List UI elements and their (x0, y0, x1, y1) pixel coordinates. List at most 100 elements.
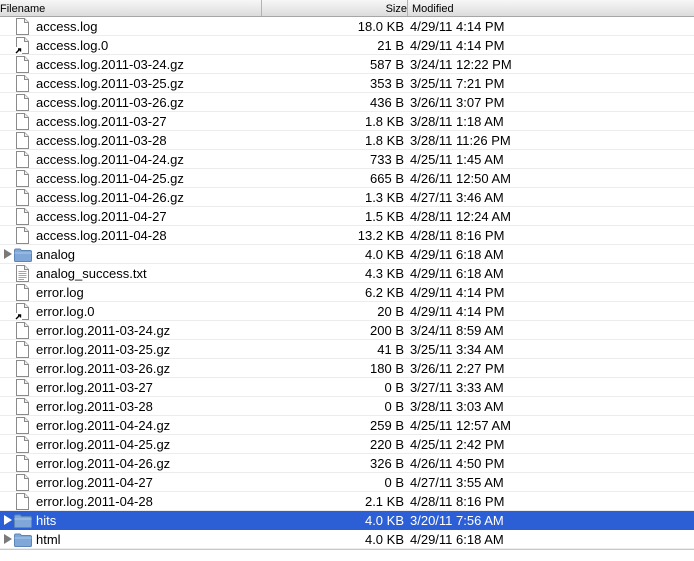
file-name: error.log.2011-04-24.gz (36, 418, 171, 433)
file-modified-date: 4/28/11 12:24 AM (410, 209, 511, 224)
file-row[interactable]: error.log.2011-04-24.gz 259 B 4/25/11 12:5… (0, 416, 694, 435)
alias-icon (15, 37, 30, 54)
file-size: 220 B (370, 437, 404, 452)
document-icon (15, 94, 30, 111)
file-modified-date: 4/25/11 1:45 AM (410, 152, 504, 167)
file-name: analog (36, 247, 76, 262)
file-name: access.log.0 (36, 38, 109, 53)
document-icon (15, 75, 30, 92)
document-icon (15, 284, 30, 301)
file-row[interactable]: error.log.2011-03-27 0 B 3/27/11 3:33 AM (0, 378, 694, 397)
file-modified-date: 3/28/11 1:18 AM (410, 114, 504, 129)
file-size: 1.3 KB (364, 190, 404, 205)
file-modified-date: 4/29/11 4:14 PM (410, 38, 505, 53)
file-size: 41 B (377, 342, 404, 357)
file-name: error.log.2011-03-26.gz (36, 361, 171, 376)
file-row[interactable]: access.log.2011-03-27 1.8 KB 3/28/11 1:18 … (0, 112, 694, 131)
file-modified-date: 4/25/11 12:57 AM (410, 418, 511, 433)
file-row[interactable]: access.log.2011-03-28 1.8 KB 3/28/11 11:26… (0, 131, 694, 150)
file-row[interactable]: error.log.2011-04-26.gz 326 B 4/26/11 4:50… (0, 454, 694, 473)
document-icon (15, 189, 30, 206)
file-row[interactable]: error.log.2011-04-25.gz 220 B 4/25/11 2:42… (0, 435, 694, 454)
file-size: 4.0 KB (364, 513, 404, 528)
modified-column-header[interactable]: Modified (408, 0, 694, 16)
file-row[interactable]: error.log.2011-03-28 0 B 3/28/11 3:03 AM (0, 397, 694, 416)
file-modified-date: 3/24/11 12:22 PM (410, 57, 512, 72)
file-row[interactable]: error.log.2011-04-27 0 B 4/27/11 3:55 AM (0, 473, 694, 492)
file-name: access.log.2011-03-26.gz (36, 95, 184, 110)
file-row[interactable]: error.log.2011-03-25.gz 41 B 3/25/11 3:34 … (0, 340, 694, 359)
text-document-icon (15, 265, 30, 282)
file-size: 733 B (370, 152, 404, 167)
filename-column-header[interactable]: Filename (0, 0, 262, 16)
file-size: 180 B (370, 361, 404, 376)
file-row[interactable]: access.log.2011-04-24.gz 733 B 4/25/11 1:4… (0, 150, 694, 169)
document-icon (15, 227, 30, 244)
file-row[interactable]: access.log.2011-04-28 13.2 KB 4/28/11 8:16… (0, 226, 694, 245)
file-row[interactable]: error.log.0 20 B 4/29/11 4:14 PM (0, 302, 694, 321)
disclosure-triangle-icon[interactable] (4, 249, 12, 259)
file-modified-date: 3/27/11 3:33 AM (410, 380, 504, 395)
file-modified-date: 3/24/11 8:59 AM (410, 323, 504, 338)
file-row[interactable]: access.log.2011-04-27 1.5 KB 4/28/11 12:24… (0, 207, 694, 226)
file-size: 13.2 KB (357, 228, 404, 243)
disclosure-triangle-icon[interactable] (4, 534, 12, 544)
file-modified-date: 4/29/11 4:14 PM (410, 304, 505, 319)
folder-row[interactable]: hits 4.0 KB 3/20/11 7:56 AM (0, 511, 694, 530)
file-size: 259 B (370, 418, 404, 433)
file-list: access.log 18.0 KB 4/29/11 4:14 PM access.l… (0, 17, 694, 549)
document-icon (15, 56, 30, 73)
file-name: access.log.2011-03-28 (36, 133, 167, 148)
file-modified-date: 4/28/11 8:16 PM (410, 494, 505, 509)
disclosure-triangle-icon[interactable] (4, 515, 12, 525)
folder-icon (14, 514, 32, 528)
folder-icon (14, 248, 32, 262)
file-size: 0 B (384, 399, 404, 414)
file-name: html (36, 532, 61, 547)
file-row[interactable]: access.log.0 21 B 4/29/11 4:14 PM (0, 36, 694, 55)
file-row[interactable]: error.log.2011-04-28 2.1 KB 4/28/11 8:16 P… (0, 492, 694, 511)
folder-row[interactable]: html 4.0 KB 4/29/11 6:18 AM (0, 530, 694, 549)
size-column-header[interactable]: Size (262, 0, 408, 16)
file-name: error.log.0 (36, 304, 95, 319)
file-size: 1.8 KB (364, 114, 404, 129)
file-row[interactable]: access.log.2011-04-25.gz 665 B 4/26/11 12:… (0, 169, 694, 188)
file-row[interactable]: access.log.2011-03-25.gz 353 B 3/25/11 7:2… (0, 74, 694, 93)
file-name: access.log.2011-04-28 (36, 228, 167, 243)
file-name: access.log.2011-03-25.gz (36, 76, 184, 91)
file-name: error.log.2011-04-26.gz (36, 456, 171, 471)
file-size: 1.5 KB (364, 209, 404, 224)
file-row[interactable]: analog_success.txt 4.3 KB 4/29/11 6:18 AM (0, 264, 694, 283)
file-row[interactable]: access.log.2011-04-26.gz 1.3 KB 4/27/11 3:… (0, 188, 694, 207)
file-row[interactable]: error.log 6.2 KB 4/29/11 4:14 PM (0, 283, 694, 302)
file-row[interactable]: access.log.2011-03-24.gz 587 B 3/24/11 12:… (0, 55, 694, 74)
file-row[interactable]: access.log.2011-03-26.gz 436 B 3/26/11 3:0… (0, 93, 694, 112)
file-modified-date: 4/26/11 12:50 AM (410, 171, 511, 186)
file-modified-date: 3/26/11 3:07 PM (410, 95, 505, 110)
file-name: access.log.2011-04-25.gz (36, 171, 184, 186)
file-modified-date: 3/28/11 11:26 PM (410, 133, 511, 148)
file-size: 665 B (370, 171, 404, 186)
document-icon (15, 113, 30, 130)
file-row[interactable]: access.log 18.0 KB 4/29/11 4:14 PM (0, 17, 694, 36)
file-name: error.log.2011-04-27 (36, 475, 153, 490)
file-modified-date: 4/27/11 3:55 AM (410, 475, 504, 490)
file-row[interactable]: error.log.2011-03-24.gz 200 B 3/24/11 8:59… (0, 321, 694, 340)
document-icon (15, 208, 30, 225)
file-size: 4.3 KB (364, 266, 404, 281)
file-name: error.log.2011-04-28 (36, 494, 153, 509)
document-icon (15, 132, 30, 149)
file-size: 4.0 KB (364, 247, 404, 262)
file-name: error.log.2011-03-25.gz (36, 342, 171, 357)
column-header: Filename Size Modified (0, 0, 694, 17)
file-name: error.log.2011-04-25.gz (36, 437, 171, 452)
file-name: analog_success.txt (36, 266, 147, 281)
document-icon (15, 360, 30, 377)
file-name: access.log.2011-04-27 (36, 209, 167, 224)
file-row[interactable]: error.log.2011-03-26.gz 180 B 3/26/11 2:27… (0, 359, 694, 378)
document-icon (15, 322, 30, 339)
folder-row[interactable]: analog 4.0 KB 4/29/11 6:18 AM (0, 245, 694, 264)
file-name: access.log.2011-04-26.gz (36, 190, 184, 205)
file-size: 436 B (370, 95, 404, 110)
file-name: error.log (36, 285, 84, 300)
